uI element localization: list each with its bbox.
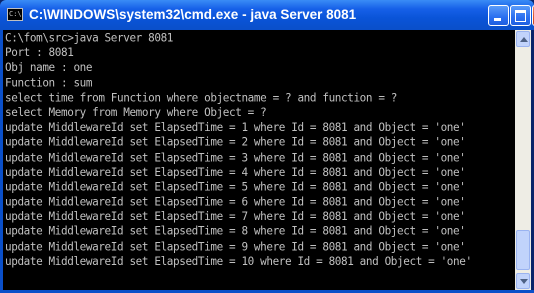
chevron-up-icon bbox=[520, 37, 528, 42]
window-title: C:\WINDOWS\system32\cmd.exe - java Serve… bbox=[29, 7, 357, 22]
console-line: update MiddlewareId set ElapsedTime = 4 … bbox=[5, 165, 466, 179]
console-line: update MiddlewareId set ElapsedTime = 5 … bbox=[5, 180, 466, 194]
console-text: C:\fom\src>java Server 8081 Port : 8081 Ob… bbox=[3, 30, 515, 269]
scroll-down-button[interactable] bbox=[516, 273, 530, 289]
console-line: select Memory from Memory where Object =… bbox=[5, 105, 267, 120]
console-line: select time from Function where objectna… bbox=[5, 90, 398, 105]
console-line: update MiddlewareId set ElapsedTime = 3 … bbox=[5, 150, 466, 164]
console-line: Function : sum bbox=[5, 75, 93, 90]
scroll-up-button[interactable] bbox=[516, 31, 530, 47]
cmd-window: C:\ C:\WINDOWS\system32\cmd.exe - java S… bbox=[0, 0, 534, 293]
title-bar[interactable]: C:\ C:\WINDOWS\system32\cmd.exe - java S… bbox=[0, 0, 534, 30]
chevron-down-icon bbox=[520, 279, 528, 284]
console-line: Port : 8081 bbox=[5, 45, 74, 60]
console-output[interactable]: C:\fom\src>java Server 8081 Port : 8081 Ob… bbox=[3, 30, 515, 290]
scrollbar-thumb[interactable] bbox=[516, 230, 530, 270]
console-line: update MiddlewareId set ElapsedTime = 7 … bbox=[5, 209, 466, 224]
vertical-scrollbar[interactable] bbox=[515, 30, 531, 290]
console-line: update MiddlewareId set ElapsedTime = 10… bbox=[5, 254, 472, 269]
minimize-button[interactable] bbox=[488, 5, 509, 26]
console-line: update MiddlewareId set ElapsedTime = 2 … bbox=[5, 135, 466, 149]
console-line: Obj name : one bbox=[5, 60, 93, 75]
console-line: update MiddlewareId set ElapsedTime = 6 … bbox=[5, 194, 466, 209]
command-prompt-icon[interactable]: C:\ bbox=[7, 8, 23, 21]
maximize-button[interactable] bbox=[510, 5, 531, 26]
console-line: update MiddlewareId set ElapsedTime = 1 … bbox=[5, 120, 466, 135]
console-line: update MiddlewareId set ElapsedTime = 8 … bbox=[5, 224, 466, 239]
console-line: C:\fom\src>java Server 8081 bbox=[5, 31, 174, 45]
console-line: update MiddlewareId set ElapsedTime = 9 … bbox=[5, 239, 466, 254]
